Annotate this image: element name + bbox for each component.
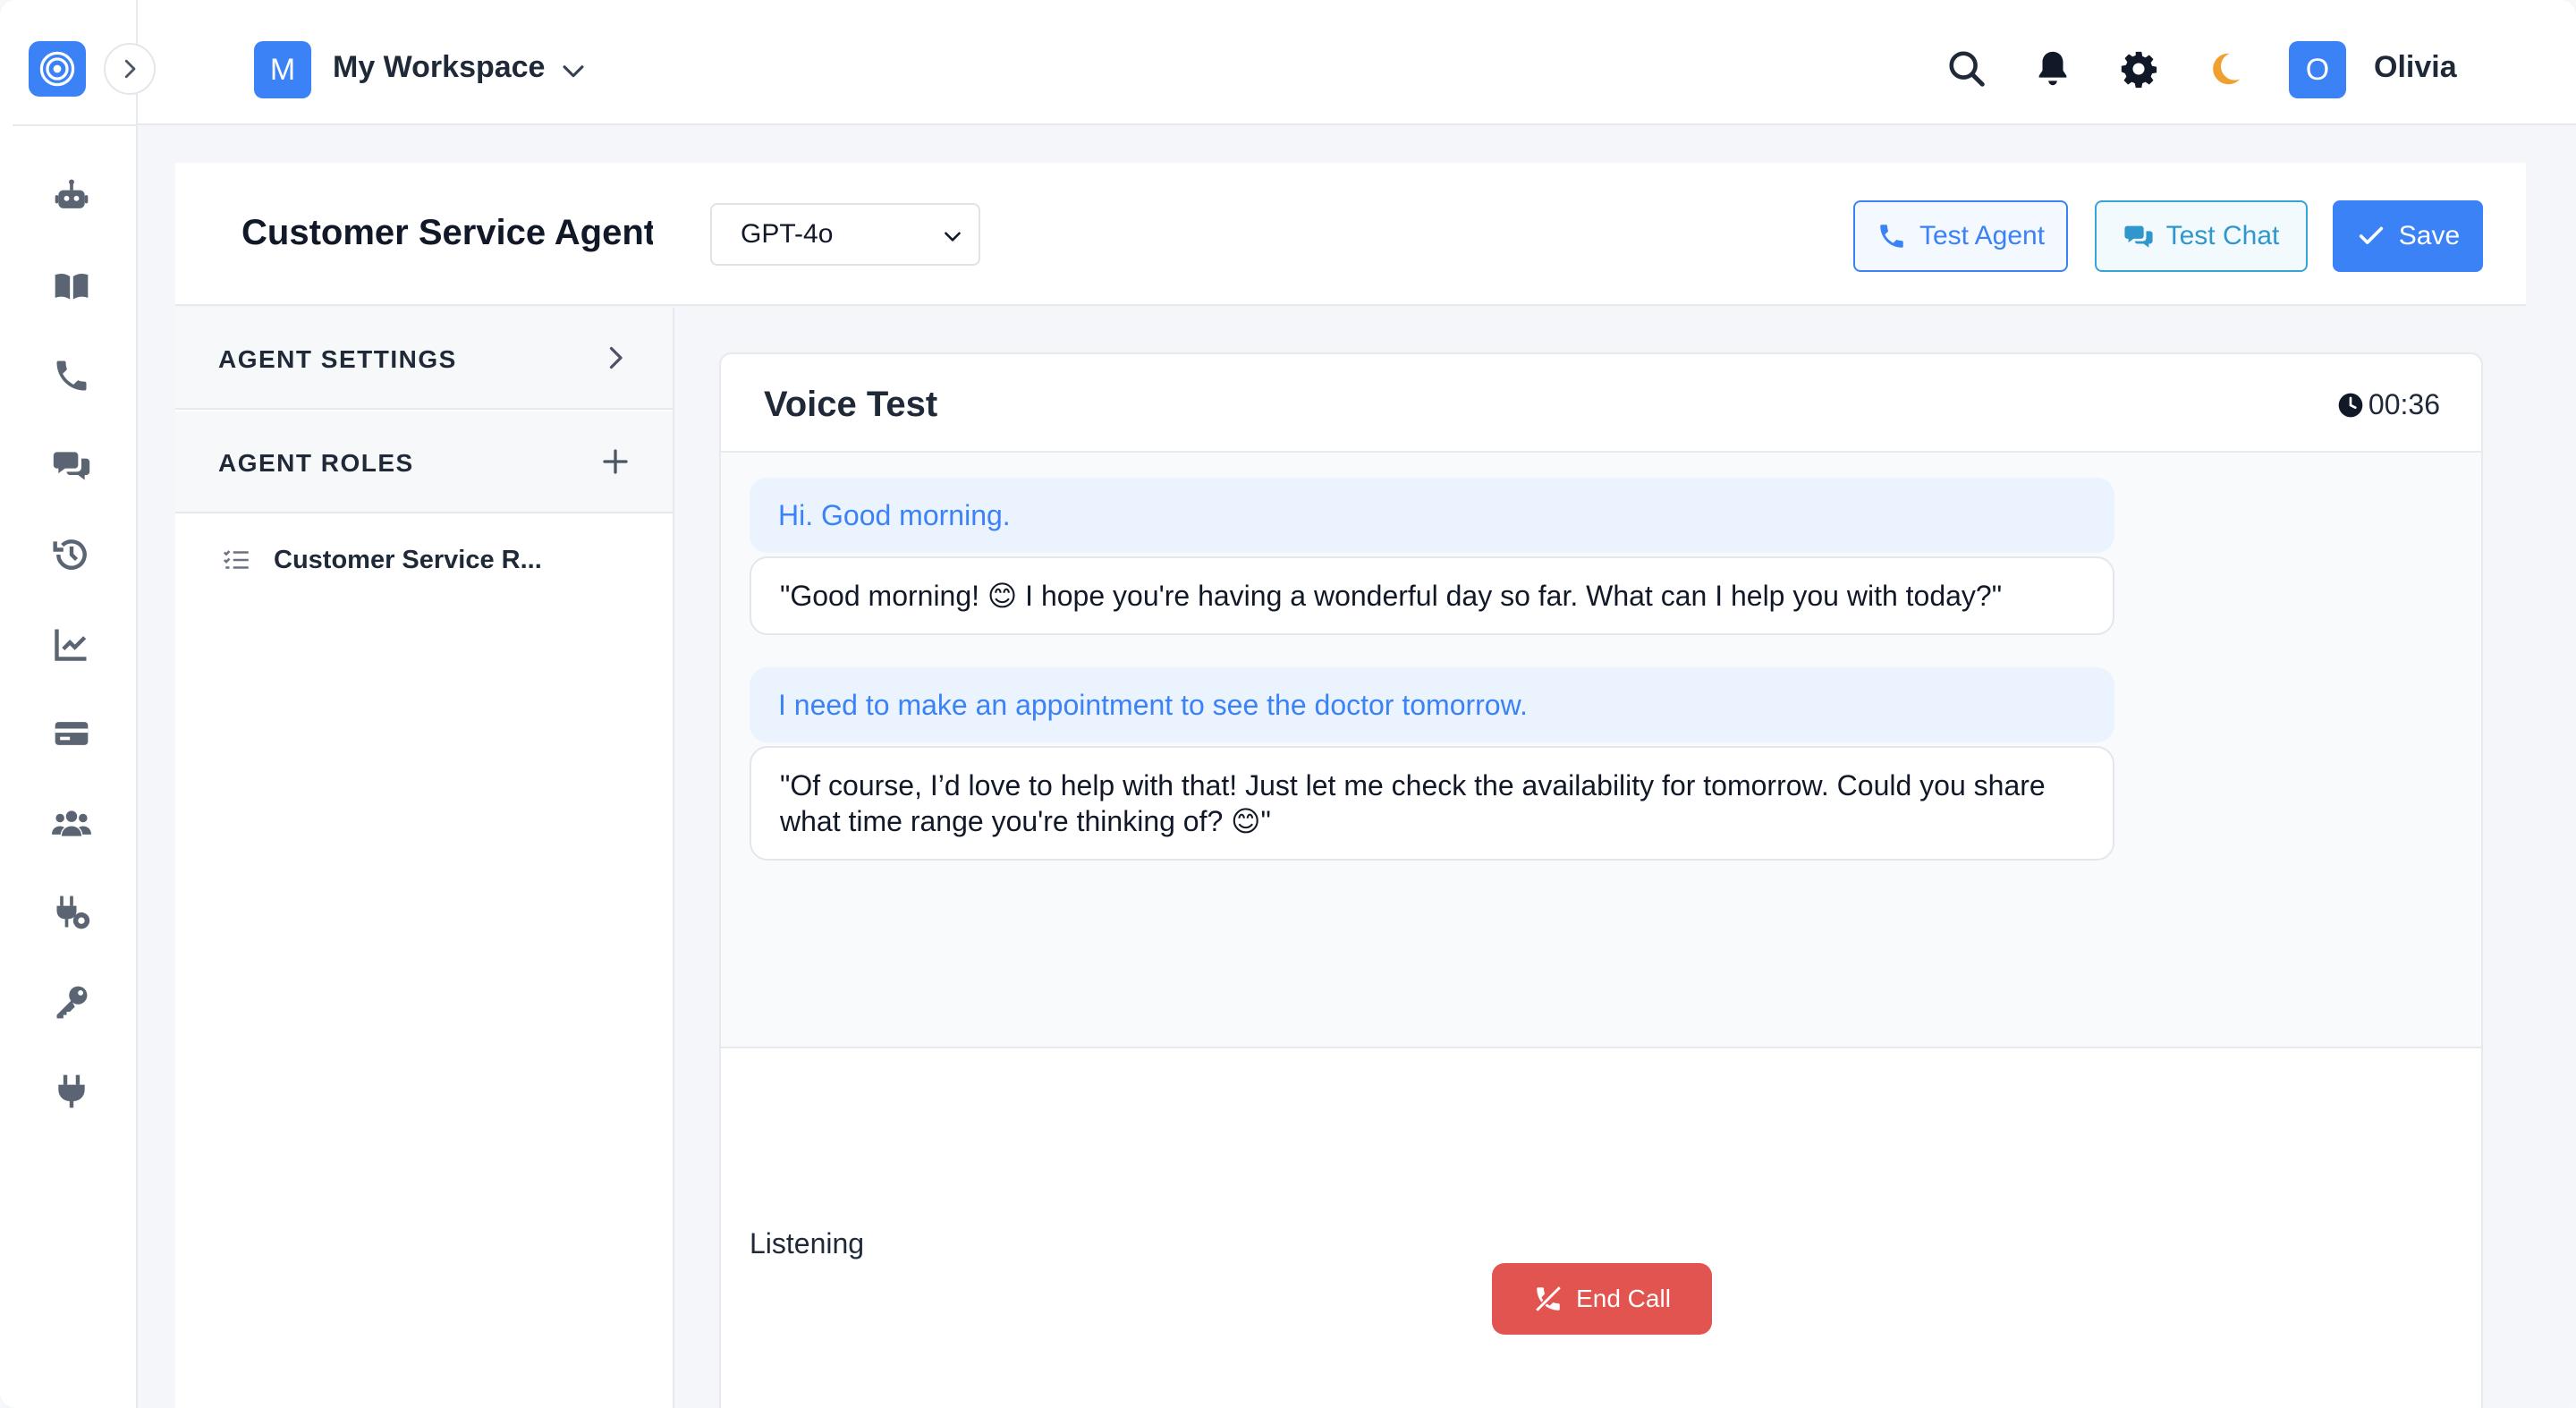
test-chat-label: Test Chat — [2165, 221, 2280, 250]
plug-settings-icon — [56, 895, 90, 929]
voice-test-card: Voice Test 00:36 Hi. Good morning. "Good… — [719, 352, 2483, 1408]
history-icon — [53, 539, 87, 570]
rail-item-api-keys[interactable] — [50, 980, 93, 1023]
rail-item-chats[interactable] — [50, 444, 93, 487]
workspace-avatar[interactable]: M — [254, 41, 311, 98]
book-icon — [55, 273, 89, 300]
settings-button[interactable] — [2116, 47, 2161, 91]
phone-off-icon — [1535, 1285, 1562, 1312]
chat-icon — [2124, 225, 2153, 248]
rail-item-knowledge[interactable] — [50, 265, 93, 308]
credit-card-icon — [55, 722, 89, 745]
agent-message: "Of course, I’d love to help with that! … — [750, 746, 2114, 861]
call-controls: Listening End Call — [721, 1048, 2481, 1408]
rail-item-billing[interactable] — [50, 712, 93, 755]
save-button[interactable]: Save — [2333, 200, 2483, 272]
app-window: M My Workspace O Olivia Customer Service… — [0, 0, 2576, 1408]
agent-roles-label: AGENT ROLES — [218, 449, 414, 477]
call-status: Listening — [750, 1227, 865, 1260]
key-icon — [56, 986, 88, 1019]
agent-settings-row[interactable]: AGENT SETTINGS — [175, 308, 673, 410]
search-button[interactable] — [1945, 47, 1989, 91]
test-agent-label: Test Agent — [1919, 221, 2046, 250]
workspace-name[interactable]: My Workspace — [333, 50, 545, 85]
agent-message: "Good morning! 😊 I hope you're having a … — [750, 556, 2114, 635]
end-call-label: End Call — [1576, 1285, 1671, 1312]
rail-item-history[interactable] — [50, 533, 93, 576]
voice-test-title: Voice Test — [764, 385, 938, 424]
user-message: Hi. Good morning. — [750, 478, 2114, 553]
phone-icon — [1880, 225, 1903, 248]
chat-icon — [53, 452, 90, 480]
logo-icon — [39, 51, 75, 87]
user-name[interactable]: Olivia — [2374, 50, 2457, 85]
agent-roles-row: AGENT ROLES — [175, 411, 673, 513]
timer-value: 00:36 — [2368, 388, 2440, 420]
end-call-button[interactable]: End Call — [1492, 1263, 1712, 1335]
notifications-button[interactable] — [2030, 47, 2075, 91]
save-label: Save — [2398, 221, 2461, 250]
search-icon — [1949, 51, 1985, 87]
model-select-value: GPT-4o — [741, 219, 834, 249]
voice-test-header: Voice Test 00:36 — [721, 354, 2481, 453]
phone-icon — [56, 360, 87, 391]
agent-settings-label: AGENT SETTINGS — [218, 345, 457, 373]
rail-item-integrations-settings[interactable] — [50, 891, 93, 934]
rail-item-agents[interactable] — [50, 175, 93, 218]
call-timer: 00:36 — [2336, 388, 2440, 421]
left-rail — [0, 0, 138, 1408]
users-icon — [52, 810, 91, 836]
chevron-right-icon — [124, 59, 136, 79]
user-message: I need to make an appointment to see the… — [750, 667, 2114, 742]
checklist-icon — [223, 550, 249, 569]
app-logo[interactable] — [29, 41, 86, 97]
chart-icon — [55, 629, 87, 661]
transcript: Hi. Good morning. "Good morning! 😊 I hop… — [721, 453, 2481, 1048]
bell-icon — [2038, 51, 2067, 86]
role-list-item[interactable]: Customer Service R... — [222, 540, 542, 580]
model-select[interactable]: GPT-4o — [710, 203, 980, 266]
agent-title[interactable]: Customer Service Agent — [242, 213, 653, 253]
user-avatar[interactable]: O — [2289, 41, 2346, 98]
test-chat-button[interactable]: Test Chat — [2095, 200, 2308, 272]
add-role-button[interactable] — [599, 445, 631, 478]
chevron-down-icon[interactable] — [558, 55, 589, 86]
rail-item-plugins[interactable] — [50, 1070, 93, 1113]
chevron-right-icon — [609, 346, 623, 369]
gear-icon — [2121, 51, 2157, 89]
check-icon — [2359, 226, 2383, 244]
rail-item-team[interactable] — [50, 802, 93, 844]
moon-icon — [2213, 53, 2241, 85]
plug-icon — [58, 1074, 85, 1108]
settings-panel: AGENT SETTINGS AGENT ROLES Customer Serv… — [175, 308, 674, 1408]
rail-item-analytics[interactable] — [50, 623, 93, 666]
agent-header: Customer Service Agent GPT-4o Test Agent… — [175, 163, 2526, 306]
clock-icon — [2338, 393, 2363, 417]
theme-toggle[interactable] — [2202, 47, 2247, 91]
test-agent-button[interactable]: Test Agent — [1853, 200, 2068, 272]
rail-item-calls[interactable] — [50, 354, 93, 397]
rail-divider — [13, 124, 138, 126]
rail-collapse-toggle[interactable] — [104, 43, 156, 95]
role-name: Customer Service R... — [274, 545, 542, 574]
top-bar: M My Workspace O Olivia — [138, 0, 2576, 125]
chevron-down-icon — [945, 232, 961, 242]
robot-icon — [55, 179, 89, 208]
